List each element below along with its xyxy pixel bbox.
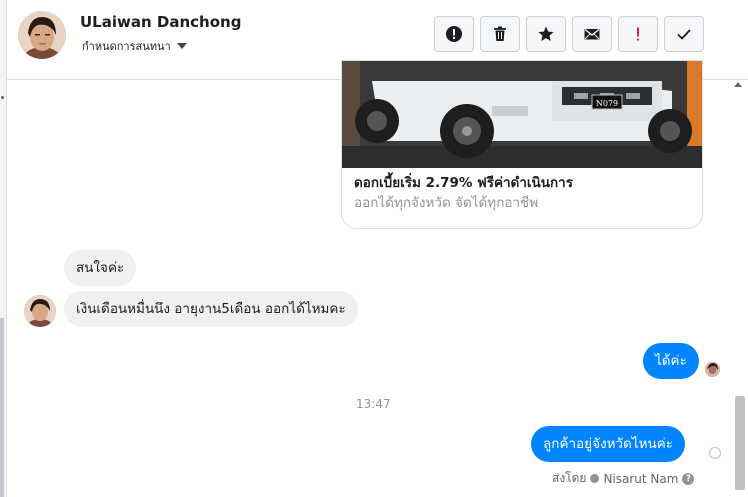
outgoing-message-bubble[interactable]: ได้ค่ะ: [643, 343, 699, 379]
envelope-icon: [584, 28, 600, 40]
verified-icon: [590, 474, 600, 483]
delete-button[interactable]: [480, 16, 520, 52]
caret-down-icon: [176, 43, 187, 49]
sent-status-icon: [709, 447, 721, 459]
contact-avatar[interactable]: [18, 11, 66, 59]
header-toolbar: [434, 16, 704, 52]
left-scroll-shade: [0, 318, 4, 497]
mark-spam-button[interactable]: [434, 16, 474, 52]
car-ad-image: N079: [342, 61, 702, 168]
outgoing-message-bubble[interactable]: ลูกค้าอยู่จังหวัดไหนค่ะ: [531, 426, 686, 462]
ad-card-subtitle: ออกได้ทุกจังหวัด จัดได้ทุกอาชีพ: [354, 195, 539, 211]
scroll-up-arrow-icon[interactable]: [734, 82, 742, 87]
assign-label: กำหนดการสนทนา: [82, 40, 171, 53]
contact-name[interactable]: ULaiwan Danchong: [80, 13, 241, 31]
star-icon: [538, 26, 554, 41]
mark-done-button[interactable]: [664, 16, 704, 52]
incoming-message-bubble[interactable]: สนใจค่ะ: [64, 250, 137, 286]
exclamation-icon: [637, 27, 639, 41]
help-icon[interactable]: ?: [682, 472, 695, 485]
follow-up-button[interactable]: [618, 16, 658, 52]
ad-card[interactable]: N079 ดอกเบี้ยเริ่ม 2.79% ฟรีค่าดำเนินการ…: [341, 60, 703, 229]
trash-icon: [494, 26, 506, 41]
contact-avatar-small: [24, 295, 56, 327]
left-panel-edge: [0, 0, 7, 497]
ad-card-title: ดอกเบี้ยเริ่ม 2.79% ฟรีค่าดำเนินการ: [354, 175, 573, 191]
checkmark-icon: [677, 29, 691, 40]
sent-by-agent[interactable]: Nisarut Nam: [603, 472, 678, 486]
message-scrollbar-thumb[interactable]: [735, 396, 745, 490]
incoming-message-bubble[interactable]: เงินเดือนหมื่นนึง อายุงาน5เดือน ออกได้ไห…: [64, 291, 358, 327]
alert-circle-icon: [446, 26, 462, 42]
star-button[interactable]: [526, 16, 566, 52]
license-plate: N079: [596, 99, 618, 108]
mark-unread-button[interactable]: [572, 16, 612, 52]
edge-marker: [1, 96, 4, 99]
sent-by-label: ส่งโดย: [552, 471, 587, 485]
assign-conversation-dropdown[interactable]: กำหนดการสนทนา: [82, 37, 187, 55]
message-timestamp: 13:47: [356, 397, 391, 411]
seen-avatar: [705, 362, 720, 377]
sent-by-line: ส่งโดย Nisarut Nam ?: [552, 469, 695, 488]
